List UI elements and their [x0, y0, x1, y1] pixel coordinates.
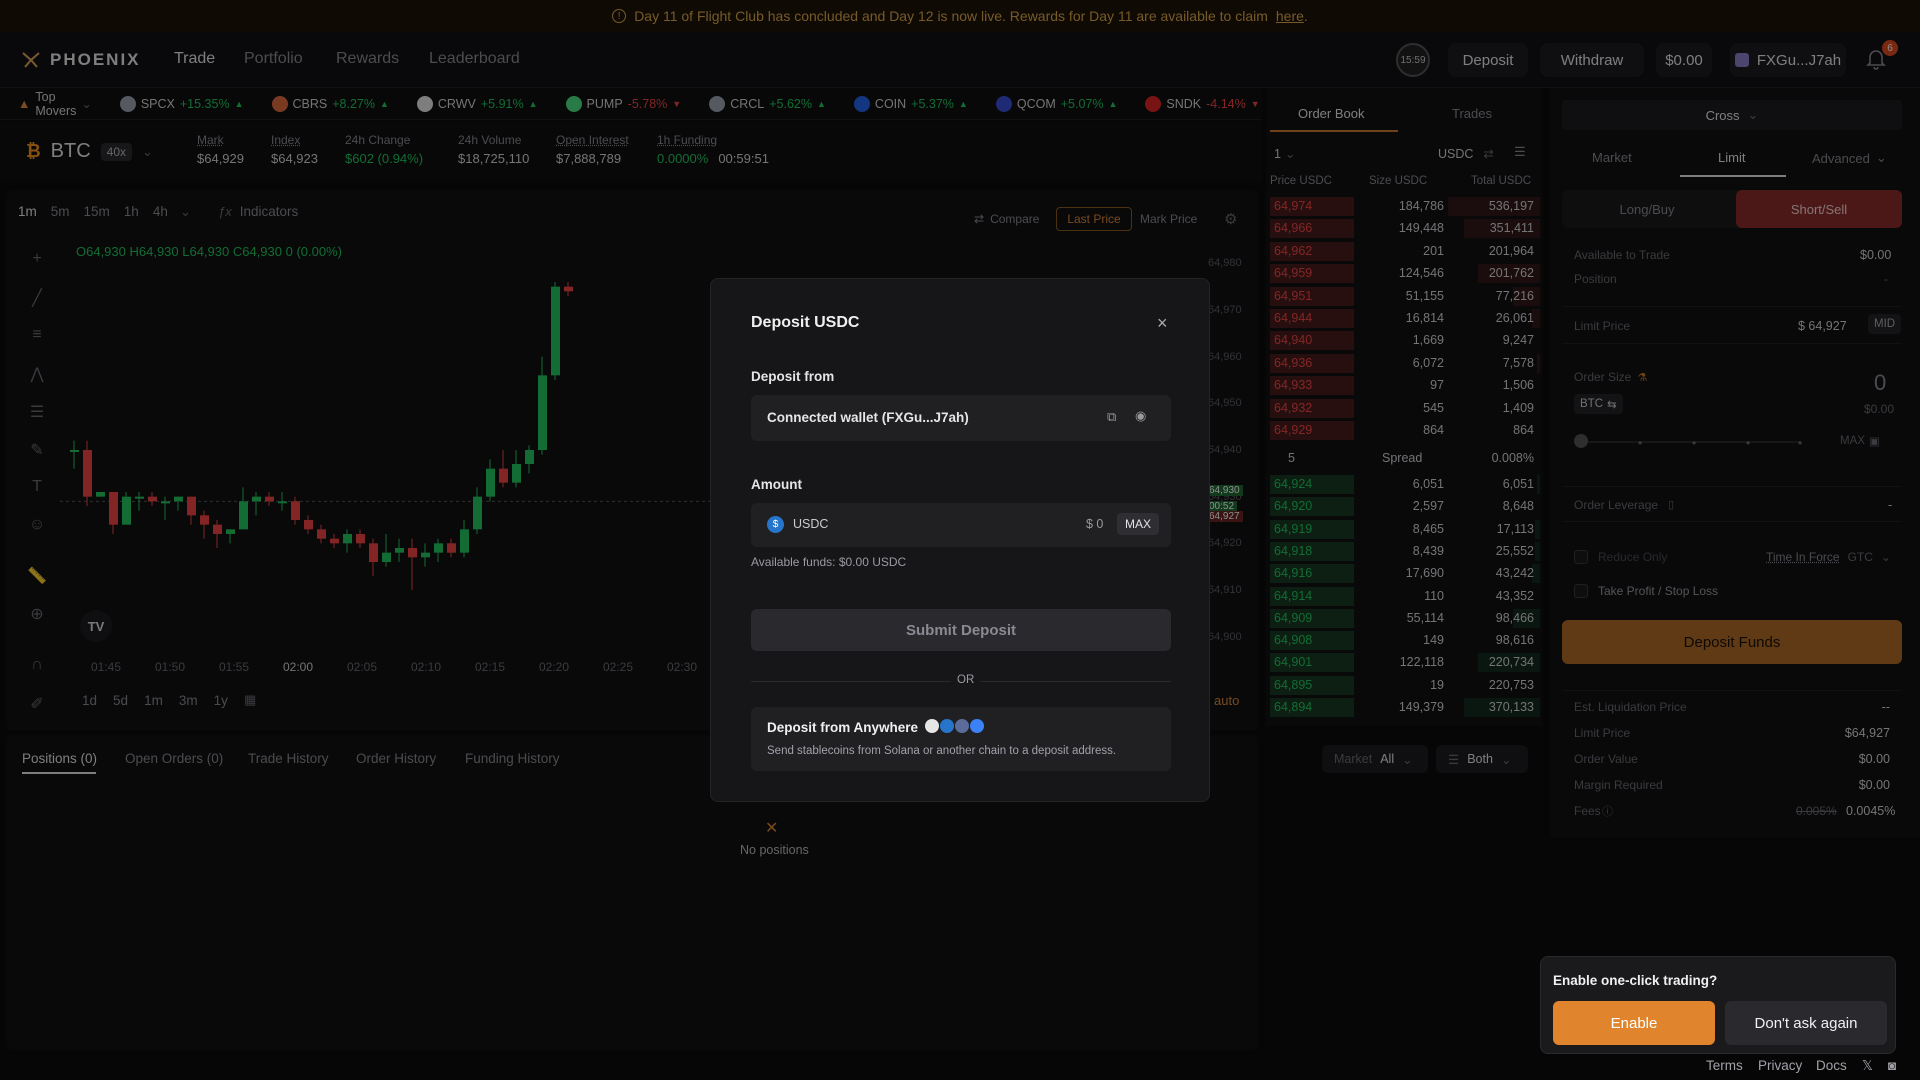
amount-label: Amount — [751, 477, 802, 492]
one-click-trading-prompt: Enable one-click trading? Enable Don't a… — [1540, 956, 1896, 1054]
footer-docs-link[interactable]: Docs — [1816, 1058, 1847, 1073]
close-icon[interactable]: × — [1157, 313, 1168, 334]
chain-icons — [925, 719, 984, 733]
usdc-icon: $ — [767, 516, 784, 533]
usdc-icon — [940, 719, 954, 733]
anywhere-title: Deposit from Anywhere — [767, 720, 919, 735]
anywhere-description: Send stablecoins from Solana or another … — [767, 745, 1117, 757]
solana-icon — [925, 719, 939, 733]
available-funds: Available funds: $0.00 USDC — [751, 555, 907, 569]
deposit-from-label: Deposit from — [751, 369, 835, 384]
dont-ask-again-button[interactable]: Don't ask again — [1725, 1001, 1887, 1045]
eye-icon[interactable]: ◉ — [1135, 408, 1146, 424]
wallet-source-value: Connected wallet (FXGu...J7ah) — [767, 410, 969, 425]
x-twitter-icon[interactable]: 𝕏 — [1862, 1058, 1873, 1074]
max-amount-button[interactable]: MAX — [1117, 513, 1160, 535]
submit-deposit-button[interactable]: Submit Deposit — [751, 609, 1171, 651]
deposit-source-field[interactable]: Connected wallet (FXGu...J7ah) ⧉ ◉ — [751, 395, 1171, 441]
deposit-anywhere-card[interactable]: Deposit from Anywhere Send stablecoins f… — [751, 707, 1171, 771]
base-icon — [970, 719, 984, 733]
amount-input[interactable]: $ 0 — [1086, 517, 1103, 531]
footer-terms-link[interactable]: Terms — [1706, 1058, 1743, 1073]
prompt-title: Enable one-click trading? — [1553, 973, 1718, 988]
copy-icon[interactable]: ⧉ — [1107, 409, 1116, 425]
deposit-modal: Deposit USDC × Deposit from Connected wa… — [710, 278, 1210, 802]
discord-icon[interactable]: ◙ — [1888, 1058, 1896, 1073]
modal-title: Deposit USDC — [751, 314, 860, 331]
footer-privacy-link[interactable]: Privacy — [1758, 1058, 1802, 1073]
enable-button[interactable]: Enable — [1553, 1001, 1715, 1045]
or-divider-label: OR — [951, 674, 981, 686]
amount-field[interactable]: $ USDC $ 0 MAX — [751, 503, 1171, 547]
token-label: USDC — [793, 517, 829, 531]
ethereum-icon — [955, 719, 969, 733]
